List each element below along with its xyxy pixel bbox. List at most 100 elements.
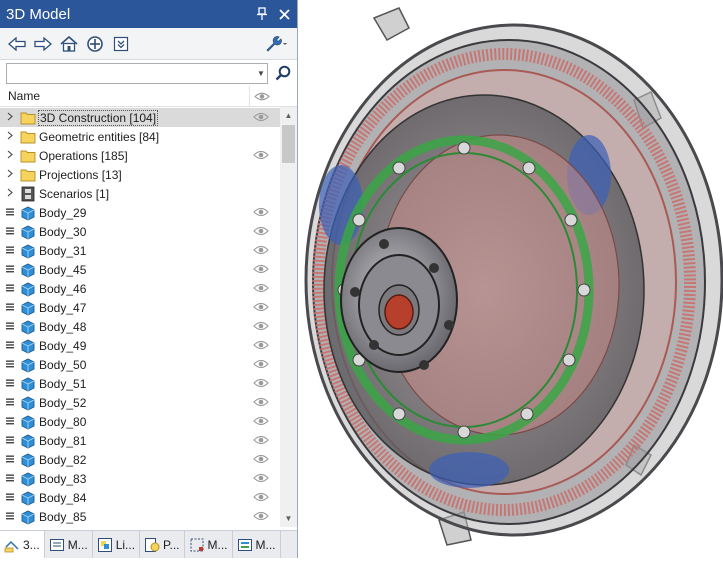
panel-tab[interactable]: P... bbox=[140, 531, 185, 558]
close-icon[interactable] bbox=[275, 5, 293, 23]
drag-handle-icon[interactable] bbox=[5, 265, 14, 275]
filter-dropdown-icon[interactable] bbox=[110, 33, 132, 55]
tree-row-body[interactable]: Body_82 bbox=[0, 450, 280, 469]
visibility-eye-icon[interactable] bbox=[253, 491, 269, 503]
expand-arrow-icon[interactable] bbox=[5, 112, 14, 123]
tree-row-body[interactable]: Body_50 bbox=[0, 355, 280, 374]
drag-handle-icon[interactable] bbox=[5, 246, 14, 256]
drag-handle-icon[interactable] bbox=[5, 208, 14, 218]
tree-row-body[interactable]: Body_46 bbox=[0, 279, 280, 298]
visibility-eye-icon[interactable] bbox=[253, 434, 269, 446]
tree-row-label: 3D Construction [104] bbox=[37, 109, 159, 126]
tree-row-body[interactable]: Body_80 bbox=[0, 412, 280, 431]
home-icon[interactable] bbox=[58, 33, 80, 55]
column-header-name[interactable]: Name bbox=[0, 86, 250, 106]
visibility-eye-icon[interactable] bbox=[253, 111, 269, 123]
visibility-column-eye-icon[interactable] bbox=[250, 91, 274, 102]
drag-handle-icon[interactable] bbox=[5, 474, 14, 484]
visibility-eye-icon[interactable] bbox=[253, 453, 269, 465]
scrollbar-thumb[interactable] bbox=[282, 125, 295, 163]
drag-handle-icon[interactable] bbox=[5, 227, 14, 237]
tree-vertical-scrollbar[interactable]: ▲ ▼ bbox=[280, 107, 297, 527]
drag-handle-icon[interactable] bbox=[5, 493, 14, 503]
tree-row-label: Body_49 bbox=[39, 338, 87, 353]
expand-arrow-icon[interactable] bbox=[5, 131, 14, 142]
drag-handle-icon[interactable] bbox=[5, 455, 14, 465]
panel-bottom-tabs: 3... M... Li... P... M... M... bbox=[0, 530, 297, 558]
3d-viewport[interactable] bbox=[299, 0, 723, 558]
tree-row-folder[interactable]: Operations [185] bbox=[0, 146, 280, 165]
visibility-eye-icon[interactable] bbox=[253, 472, 269, 484]
tree-row-folder[interactable]: Geometric entities [84] bbox=[0, 127, 280, 146]
visibility-eye-icon[interactable] bbox=[253, 225, 269, 237]
panel-tab[interactable]: 3... bbox=[0, 531, 45, 558]
tree-row-body[interactable]: Body_81 bbox=[0, 431, 280, 450]
visibility-eye-icon[interactable] bbox=[253, 263, 269, 275]
visibility-eye-icon[interactable] bbox=[253, 244, 269, 256]
target-icon[interactable] bbox=[84, 33, 106, 55]
body-cube-icon bbox=[20, 243, 36, 259]
search-icon[interactable] bbox=[272, 62, 294, 84]
body-cube-icon bbox=[20, 205, 36, 221]
visibility-eye-icon[interactable] bbox=[253, 282, 269, 294]
body-cube-icon bbox=[20, 509, 36, 525]
drag-handle-icon[interactable] bbox=[5, 398, 14, 408]
drag-handle-icon[interactable] bbox=[5, 379, 14, 389]
visibility-eye-icon[interactable] bbox=[253, 206, 269, 218]
visibility-eye-icon[interactable] bbox=[253, 358, 269, 370]
visibility-eye-icon[interactable] bbox=[253, 510, 269, 522]
expand-arrow-icon[interactable] bbox=[5, 169, 14, 180]
panel-tab[interactable]: M... bbox=[233, 531, 281, 558]
tree-row-body[interactable]: Body_29 bbox=[0, 203, 280, 222]
drag-handle-icon[interactable] bbox=[5, 417, 14, 427]
tree-row-body[interactable]: Body_52 bbox=[0, 393, 280, 412]
panel-tab-label: M... bbox=[67, 537, 88, 552]
scroll-up-icon[interactable]: ▲ bbox=[280, 107, 297, 124]
visibility-eye-icon[interactable] bbox=[253, 339, 269, 351]
body-cube-icon bbox=[20, 262, 36, 278]
wrench-settings-icon[interactable] bbox=[263, 33, 289, 55]
tree-row-folder[interactable]: Projections [13] bbox=[0, 165, 280, 184]
visibility-eye-icon[interactable] bbox=[253, 396, 269, 408]
expand-arrow-icon[interactable] bbox=[5, 188, 14, 199]
tree-row-folder[interactable]: 3D Construction [104] bbox=[0, 108, 280, 127]
visibility-eye-icon[interactable] bbox=[253, 377, 269, 389]
tree-row-body[interactable]: Body_51 bbox=[0, 374, 280, 393]
drag-handle-icon[interactable] bbox=[5, 303, 14, 313]
drag-handle-icon[interactable] bbox=[5, 284, 14, 294]
tree-row-body[interactable]: Body_47 bbox=[0, 298, 280, 317]
drag-handle-icon[interactable] bbox=[5, 322, 14, 332]
tree-row-body[interactable]: Body_45 bbox=[0, 260, 280, 279]
drag-handle-icon[interactable] bbox=[5, 360, 14, 370]
search-combobox[interactable]: ▼ bbox=[6, 62, 268, 84]
expand-arrow-icon[interactable] bbox=[5, 150, 14, 161]
panel-tab[interactable]: M... bbox=[185, 531, 233, 558]
search-input[interactable] bbox=[7, 63, 255, 83]
tree-header: Name bbox=[0, 86, 297, 107]
tree-row-body[interactable]: Body_84 bbox=[0, 488, 280, 507]
tree-row-label: Body_30 bbox=[39, 224, 87, 239]
tree-row-folder[interactable]: Scenarios [1] bbox=[0, 184, 280, 203]
panel-tab[interactable]: Li... bbox=[93, 531, 141, 558]
body-cube-icon bbox=[20, 376, 36, 392]
tree-row-body[interactable]: Body_30 bbox=[0, 222, 280, 241]
visibility-eye-icon[interactable] bbox=[253, 415, 269, 427]
tree-row-body[interactable]: Body_48 bbox=[0, 317, 280, 336]
drag-handle-icon[interactable] bbox=[5, 341, 14, 351]
drag-handle-icon[interactable] bbox=[5, 436, 14, 446]
chevron-down-icon[interactable]: ▼ bbox=[255, 69, 267, 78]
tree-row-body[interactable]: Body_31 bbox=[0, 241, 280, 260]
back-arrow-icon[interactable] bbox=[6, 33, 28, 55]
visibility-eye-icon[interactable] bbox=[253, 320, 269, 332]
visibility-eye-icon[interactable] bbox=[253, 149, 269, 161]
visibility-eye-icon[interactable] bbox=[253, 301, 269, 313]
panel-tab[interactable]: M... bbox=[45, 531, 93, 558]
forward-arrow-icon[interactable] bbox=[32, 33, 54, 55]
tree-row-body[interactable]: Body_83 bbox=[0, 469, 280, 488]
scroll-down-icon[interactable]: ▼ bbox=[280, 510, 297, 527]
pin-icon[interactable] bbox=[253, 5, 271, 23]
model-tree: 3D Construction [104] Geometric entities … bbox=[0, 108, 280, 526]
drag-handle-icon[interactable] bbox=[5, 512, 14, 522]
tree-row-body[interactable]: Body_85 bbox=[0, 507, 280, 526]
tree-row-body[interactable]: Body_49 bbox=[0, 336, 280, 355]
